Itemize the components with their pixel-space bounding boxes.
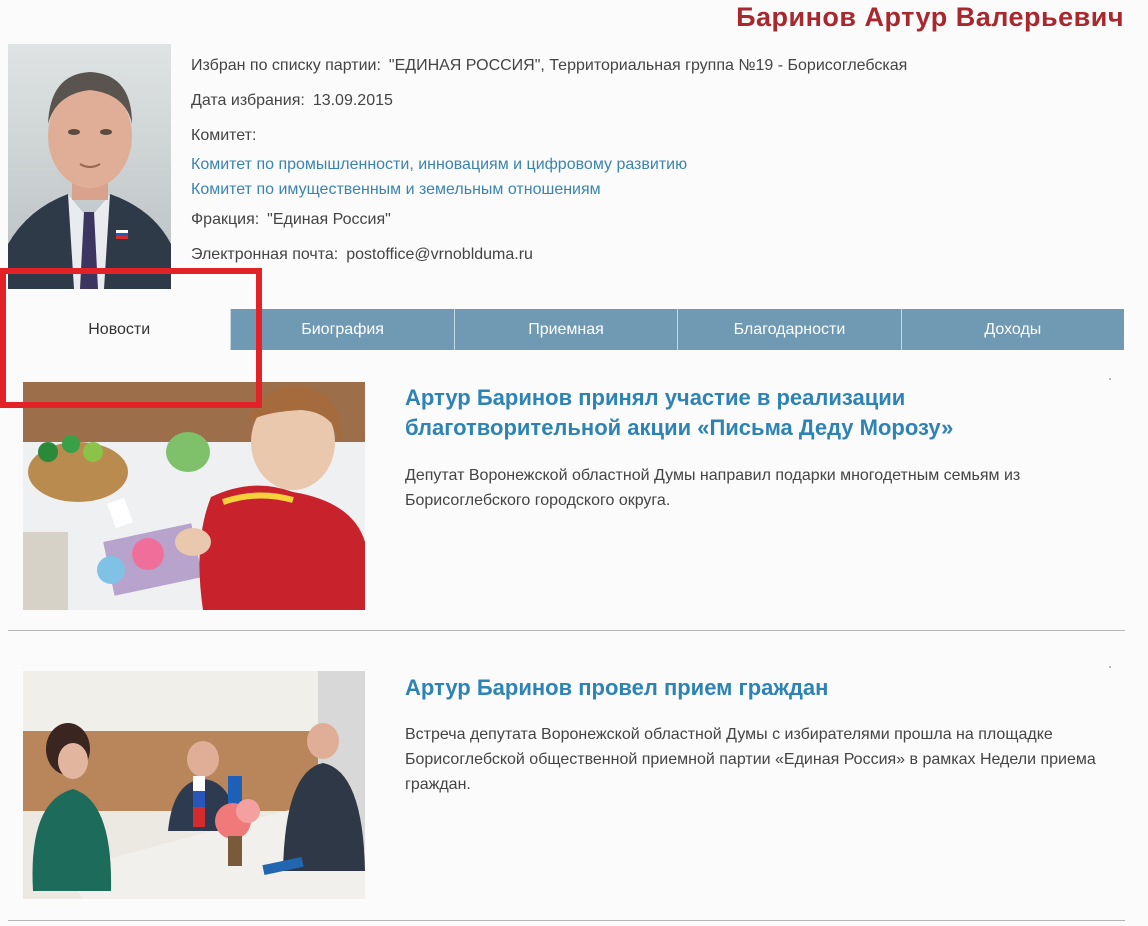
email-value[interactable]: postoffice@vrnoblduma.ru	[346, 246, 533, 263]
news-title[interactable]: Артур Баринов принял участие в реализаци…	[405, 383, 1045, 443]
election-date-value: 13.09.2015	[312, 92, 393, 109]
decor-dot	[1109, 378, 1111, 380]
news-image-girl-crafting	[23, 382, 365, 610]
party-label: Избран по списку партии:	[191, 57, 381, 74]
party-row: Избран по списку партии: "ЕДИНАЯ РОССИЯ",…	[191, 57, 907, 75]
news-title[interactable]: Артур Баринов провел прием граждан	[405, 673, 1045, 703]
email-row: Электронная почта: postoffice@vrnoblduma.…	[191, 246, 533, 264]
election-date-row: Дата избрания: 13.09.2015	[191, 92, 393, 110]
profile-tabs: Новости Биография Приемная Благодарности…	[8, 309, 1125, 350]
committee-list: Комитет по промышленности, инновациям и …	[191, 152, 687, 202]
news-description: Депутат Воронежской областной Думы напра…	[405, 467, 1021, 509]
fraction-row: Фракция: "Единая Россия"	[191, 211, 391, 229]
election-date-label: Дата избрания:	[191, 92, 305, 109]
tab-biography[interactable]: Биография	[230, 309, 454, 350]
decor-dot	[1109, 666, 1111, 668]
news-image-reception-meeting	[23, 671, 365, 899]
deputy-photo	[8, 44, 171, 289]
news-item: Артур Баринов провел прием граждан Встре…	[8, 640, 1125, 921]
tab-gratitude[interactable]: Благодарности	[677, 309, 901, 350]
tab-reception[interactable]: Приемная	[453, 309, 678, 350]
portrait-image	[8, 44, 171, 289]
news-item: Артур Баринов принял участие в реализаци…	[8, 350, 1125, 631]
email-label: Электронная почта:	[191, 246, 339, 263]
tab-income[interactable]: Доходы	[900, 309, 1125, 350]
news-thumbnail[interactable]	[23, 671, 365, 899]
committee-link-property[interactable]: Комитет по имущественным и земельным отн…	[191, 177, 687, 202]
fraction-value: "Единая Россия"	[267, 211, 391, 228]
party-value: "ЕДИНАЯ РОССИЯ", Территориальная группа …	[388, 57, 908, 74]
committee-link-industry[interactable]: Комитет по промышленности, инновациям и …	[191, 152, 687, 177]
tab-news[interactable]: Новости	[8, 309, 231, 350]
news-description: Встреча депутата Воронежской областной Д…	[405, 726, 1096, 793]
fraction-label: Фракция:	[191, 211, 260, 228]
deputy-name: Баринов Артур Валерьевич	[736, 2, 1124, 32]
news-thumbnail[interactable]	[23, 382, 365, 610]
committee-label: Комитет:	[191, 127, 257, 144]
